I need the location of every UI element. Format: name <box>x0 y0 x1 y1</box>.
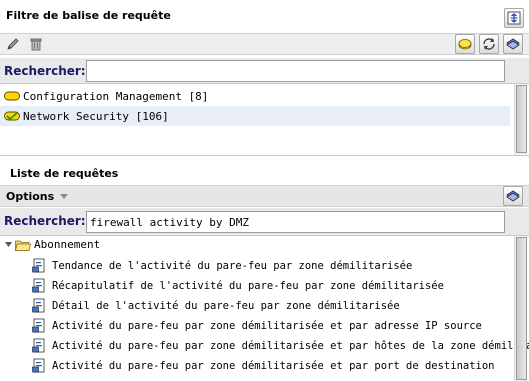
pencil-icon <box>7 38 19 50</box>
options-menu[interactable]: Options <box>6 190 54 203</box>
query-item[interactable]: Activité du pare-feu par zone démilitari… <box>32 338 529 353</box>
expand-triangle-icon[interactable] <box>4 240 13 249</box>
tag-row-network-security[interactable]: Network Security [106] <box>0 106 510 126</box>
green-check-tag-icon <box>4 111 20 121</box>
edit-tag-button[interactable] <box>3 34 23 54</box>
query-item-label: Activité du pare-feu par zone démilitari… <box>52 319 482 332</box>
tag-manager-button[interactable] <box>503 34 523 54</box>
query-search-label: Rechercher: <box>4 214 86 228</box>
tag-list-scrollbar[interactable] <box>514 84 527 155</box>
report-query-icon <box>32 298 45 313</box>
query-search-row: Rechercher: <box>0 208 529 236</box>
tag-row-configuration-management[interactable]: Configuration Management [8] <box>0 86 510 106</box>
tag-filter-title: Filtre de balise de requête <box>6 9 171 22</box>
tag-search-label: Rechercher: <box>4 64 86 78</box>
tree-folder-abonnement[interactable]: Abonnement <box>4 238 100 251</box>
chevron-down-icon[interactable] <box>60 194 68 199</box>
report-query-icon <box>32 358 45 373</box>
tag-filter-header: Filtre de balise de requête <box>0 0 529 32</box>
tag-add-icon <box>458 39 472 50</box>
tag-label: Network Security [106] <box>23 109 169 123</box>
tag-list-scroll-thumb[interactable] <box>516 85 527 153</box>
query-tree-scrollbar[interactable] <box>514 236 527 381</box>
delete-tag-button[interactable] <box>26 34 46 54</box>
query-tree-scroll-thumb[interactable] <box>516 237 527 380</box>
query-tag-button[interactable] <box>503 186 523 206</box>
folder-icon <box>15 240 31 251</box>
folder-label: Abonnement <box>34 238 101 251</box>
tag-list: Configuration Management [8] Network Sec… <box>0 84 529 156</box>
query-item[interactable]: Détail de l'activité du pare-feu par zon… <box>32 298 400 313</box>
query-item[interactable]: Récapitulatif de l'activité du pare-feu … <box>32 278 444 293</box>
report-query-icon <box>32 338 45 353</box>
query-item-label: Activité du pare-feu par zone démilitari… <box>52 339 529 352</box>
tag-label: Configuration Management [8] <box>23 89 209 103</box>
report-query-icon <box>32 278 45 293</box>
query-list-title: Liste de requêtes <box>10 167 119 180</box>
query-item-label: Tendance de l'activité du pare-feu par z… <box>52 259 413 272</box>
refresh-icon <box>483 38 495 50</box>
yellow-tag-icon <box>4 91 20 101</box>
tag-stack-icon <box>506 38 520 50</box>
query-item[interactable]: Activité du pare-feu par zone démilitari… <box>32 358 495 373</box>
tag-stack-icon <box>506 190 520 202</box>
tag-toolbar <box>0 33 529 55</box>
tag-search-row: Rechercher: <box>0 58 529 84</box>
query-search-input[interactable] <box>86 211 505 233</box>
query-item-label: Récapitulatif de l'activité du pare-feu … <box>52 279 444 292</box>
query-item-label: Activité du pare-feu par zone démilitari… <box>52 359 495 372</box>
collapse-panel-button[interactable] <box>504 8 524 28</box>
report-query-icon <box>32 318 45 333</box>
collapse-icon <box>507 11 521 25</box>
options-bar: Options <box>0 185 529 207</box>
refresh-button[interactable] <box>479 34 499 54</box>
tag-search-input[interactable] <box>86 60 505 82</box>
add-tag-button[interactable] <box>455 34 475 54</box>
query-item[interactable]: Tendance de l'activité du pare-feu par z… <box>32 258 412 273</box>
trash-icon <box>30 38 42 51</box>
report-query-icon <box>32 258 45 273</box>
query-tree: Abonnement Tendance de l'activité du par… <box>0 236 529 381</box>
query-item-label: Détail de l'activité du pare-feu par zon… <box>52 299 400 312</box>
query-item[interactable]: Activité du pare-feu par zone démilitari… <box>32 318 482 333</box>
